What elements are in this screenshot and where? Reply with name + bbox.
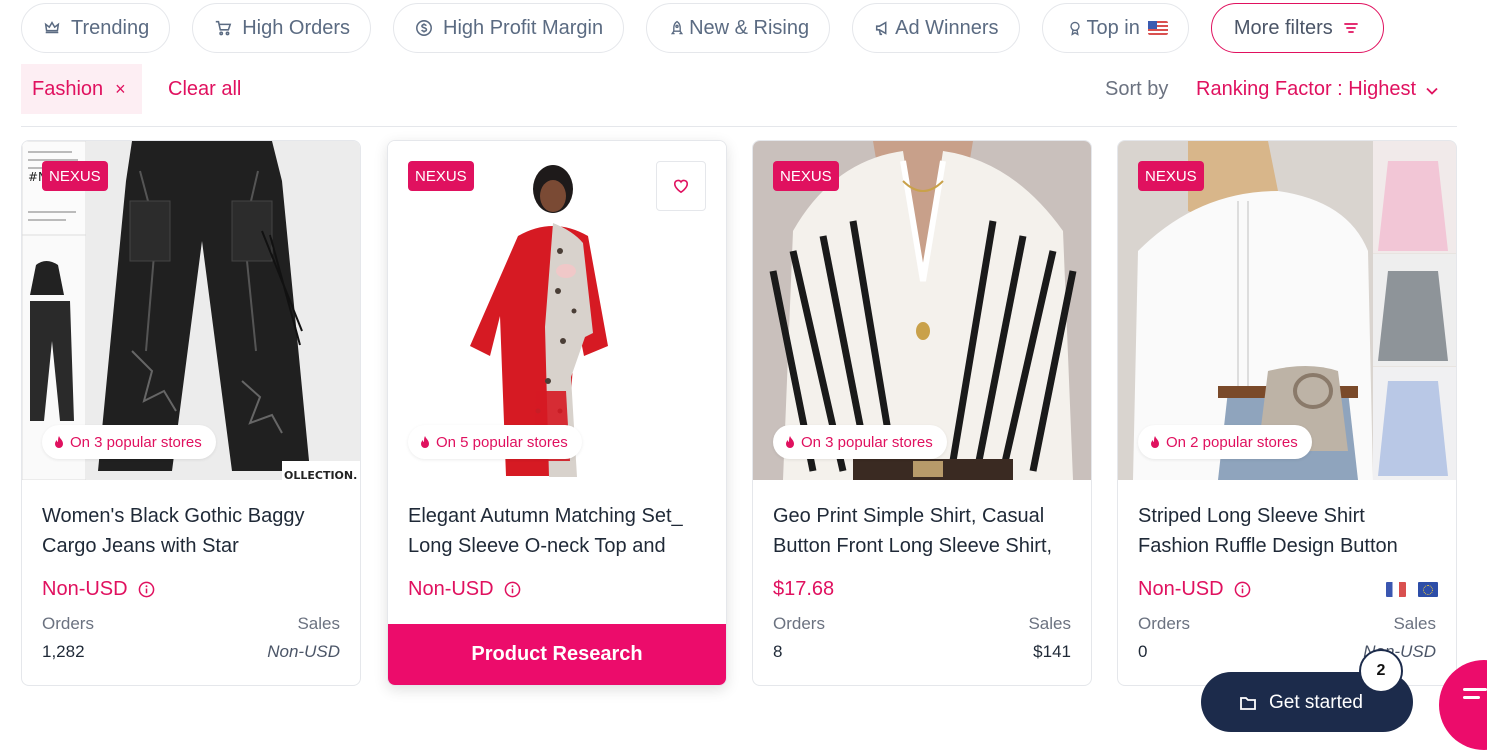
sales-label: Sales bbox=[297, 614, 340, 633]
product-card[interactable]: NEXUS On 5 popular stores Elegant Autumn… bbox=[387, 140, 727, 686]
orders-label: Orders bbox=[773, 614, 825, 633]
heart-icon bbox=[673, 179, 689, 194]
dollar-circle-icon bbox=[414, 18, 434, 38]
product-card[interactable]: NEXUS On 3 popular stores Geo Print Simp… bbox=[752, 140, 1092, 686]
filter-ad-winners[interactable]: Ad Winners bbox=[852, 3, 1020, 53]
flame-icon bbox=[1151, 435, 1159, 448]
orders-value: 8 bbox=[773, 642, 783, 661]
menu-icon bbox=[1463, 688, 1487, 704]
favorite-button[interactable] bbox=[656, 161, 706, 211]
sales-label: Sales bbox=[1028, 614, 1071, 633]
filter-label: Trending bbox=[71, 16, 150, 39]
more-filters-button[interactable]: More filters bbox=[1210, 3, 1384, 53]
sort-dropdown[interactable]: Ranking Factor : Highest bbox=[1196, 78, 1438, 101]
filter-high-profit-margin[interactable]: High Profit Margin bbox=[393, 3, 625, 53]
filter-trending[interactable]: Trending bbox=[21, 3, 171, 53]
product-price: Non-USD bbox=[1138, 578, 1251, 601]
product-title[interactable]: Elegant Autumn Matching Set_ Long Sleeve… bbox=[408, 501, 708, 561]
price-value: Non-USD bbox=[408, 578, 494, 600]
product-card[interactable]: NEXUS On 2 popular stores Striped Long S… bbox=[1117, 140, 1457, 686]
flame-icon bbox=[786, 435, 794, 448]
popular-stores-badge: On 3 popular stores bbox=[773, 425, 947, 459]
filter-top-in[interactable]: Top in bbox=[1041, 3, 1189, 53]
filter-label: New & Rising bbox=[689, 16, 810, 39]
divider bbox=[21, 126, 1457, 127]
cart-icon bbox=[213, 18, 233, 38]
filter-bar: Trending High Orders High Profit Margin … bbox=[21, 3, 1384, 53]
filter-label: High Orders bbox=[242, 16, 351, 39]
product-price: Non-USD bbox=[42, 578, 155, 601]
orders-value: 1,282 bbox=[42, 642, 85, 661]
product-price: $17.68 bbox=[773, 578, 834, 601]
orders-value: 0 bbox=[1138, 642, 1148, 661]
info-icon[interactable] bbox=[138, 581, 155, 598]
award-icon bbox=[1065, 18, 1085, 38]
get-started-label: Get started bbox=[1269, 692, 1363, 713]
product-title[interactable]: Striped Long Sleeve Shirt Fashion Ruffle… bbox=[1138, 501, 1438, 561]
popular-stores-text: On 3 popular stores bbox=[70, 433, 202, 451]
folder-icon bbox=[1240, 697, 1256, 710]
orders-label: Orders bbox=[42, 614, 94, 633]
flame-icon bbox=[421, 435, 429, 448]
megaphone-icon bbox=[873, 18, 893, 38]
nexus-badge: NEXUS bbox=[408, 161, 474, 191]
nexus-badge: NEXUS bbox=[773, 161, 839, 191]
nexus-badge: NEXUS bbox=[42, 161, 108, 191]
product-research-button[interactable]: Product Research bbox=[388, 624, 726, 685]
popular-stores-badge: On 5 popular stores bbox=[408, 425, 582, 459]
close-icon[interactable]: × bbox=[115, 79, 126, 100]
filter-high-orders[interactable]: High Orders bbox=[192, 3, 372, 53]
popular-stores-text: On 2 popular stores bbox=[1166, 433, 1298, 451]
popular-stores-badge: On 2 popular stores bbox=[1138, 425, 1312, 459]
filter-label: High Profit Margin bbox=[443, 16, 604, 39]
chevron-down-icon bbox=[1426, 82, 1438, 98]
info-icon[interactable] bbox=[504, 581, 521, 598]
nexus-badge: NEXUS bbox=[1138, 161, 1204, 191]
product-price: Non-USD bbox=[408, 578, 521, 601]
chip-label: Fashion bbox=[32, 77, 104, 100]
get-started-count-badge: 2 bbox=[1359, 649, 1403, 693]
popular-stores-badge: On 3 popular stores bbox=[42, 425, 216, 459]
crown-icon bbox=[42, 18, 62, 38]
flame-icon bbox=[55, 435, 63, 448]
popular-stores-text: On 5 popular stores bbox=[436, 433, 568, 451]
sort-label: Sort by bbox=[1105, 78, 1169, 100]
country-flags bbox=[1374, 582, 1438, 597]
filter-label: Top in bbox=[1086, 16, 1140, 39]
price-value: Non-USD bbox=[1138, 578, 1224, 600]
product-title[interactable]: Women's Black Gothic Baggy Cargo Jeans w… bbox=[42, 501, 342, 561]
filter-new-rising[interactable]: New & Rising bbox=[646, 3, 831, 53]
fr-flag-icon bbox=[1386, 582, 1406, 597]
product-title[interactable]: Geo Print Simple Shirt, Casual Button Fr… bbox=[773, 501, 1073, 561]
price-value: Non-USD bbox=[42, 578, 128, 600]
us-flag-icon bbox=[1147, 21, 1168, 35]
price-value: $17.68 bbox=[773, 578, 835, 600]
more-filters-label: More filters bbox=[1233, 16, 1333, 39]
info-icon[interactable] bbox=[1234, 581, 1251, 598]
popular-stores-text: On 3 popular stores bbox=[801, 433, 933, 451]
sales-label: Sales bbox=[1393, 614, 1436, 633]
filter-lines-icon bbox=[1341, 18, 1361, 38]
sort-value: Ranking Factor : Highest bbox=[1196, 78, 1417, 100]
product-card[interactable]: #N OLLECTION. NEXUS On 3 popular stores … bbox=[21, 140, 361, 686]
sales-value: $141 bbox=[1033, 642, 1071, 661]
orders-label: Orders bbox=[1138, 614, 1190, 633]
active-filters-row: Fashion × Clear all Sort by Ranking Fact… bbox=[21, 64, 1457, 114]
image-overlay-text: OLLECTION. bbox=[284, 469, 357, 480]
active-filter-chip[interactable]: Fashion × bbox=[21, 64, 142, 114]
filter-label: Ad Winners bbox=[895, 16, 999, 39]
eu-flag-icon bbox=[1418, 582, 1438, 597]
clear-all-link[interactable]: Clear all bbox=[168, 78, 241, 101]
sales-value: Non-USD bbox=[267, 642, 340, 661]
rocket-icon bbox=[667, 18, 687, 38]
